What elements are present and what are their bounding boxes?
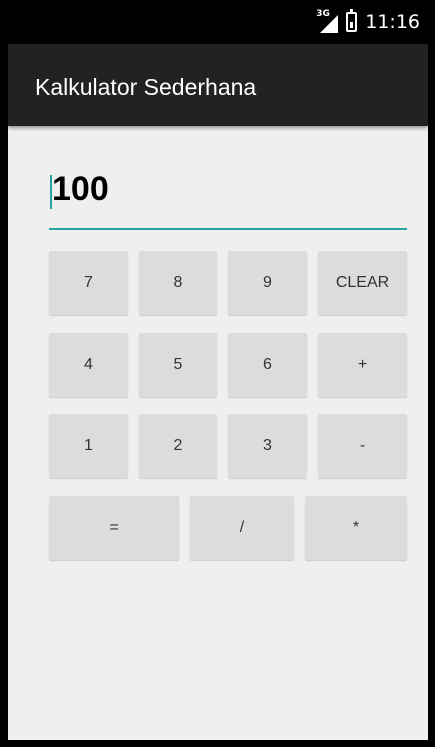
add-button[interactable]: + xyxy=(318,333,407,397)
signal-3g-icon: 3G xyxy=(316,9,339,33)
button-7[interactable]: 7 xyxy=(49,251,128,315)
app-screen: 3G 11:16 Kalkulator Sederhana 100 7 8 9 … xyxy=(8,0,428,740)
button-4[interactable]: 4 xyxy=(49,333,128,397)
button-2[interactable]: 2 xyxy=(139,414,217,478)
divide-button[interactable]: / xyxy=(190,496,294,560)
status-bar: 3G 11:16 xyxy=(8,0,428,44)
subtract-button[interactable]: - xyxy=(318,414,407,478)
button-1[interactable]: 1 xyxy=(49,414,128,478)
input-underline xyxy=(49,228,407,230)
app-bar: Kalkulator Sederhana xyxy=(8,44,428,126)
button-9[interactable]: 9 xyxy=(228,251,307,315)
clear-button[interactable]: CLEAR xyxy=(318,251,407,315)
status-icons: 3G 11:16 xyxy=(316,0,420,44)
button-8[interactable]: 8 xyxy=(139,251,217,315)
status-time: 11:16 xyxy=(365,11,420,33)
app-title: Kalkulator Sederhana xyxy=(35,74,257,100)
display-input[interactable]: 100 xyxy=(49,160,407,230)
button-5[interactable]: 5 xyxy=(139,333,217,397)
display-value: 100 xyxy=(52,170,109,208)
battery-icon xyxy=(346,9,358,32)
multiply-button[interactable]: * xyxy=(305,496,407,560)
button-6[interactable]: 6 xyxy=(228,333,307,397)
network-type-label: 3G xyxy=(316,9,330,19)
equals-button[interactable]: = xyxy=(49,496,179,560)
button-3[interactable]: 3 xyxy=(228,414,307,478)
